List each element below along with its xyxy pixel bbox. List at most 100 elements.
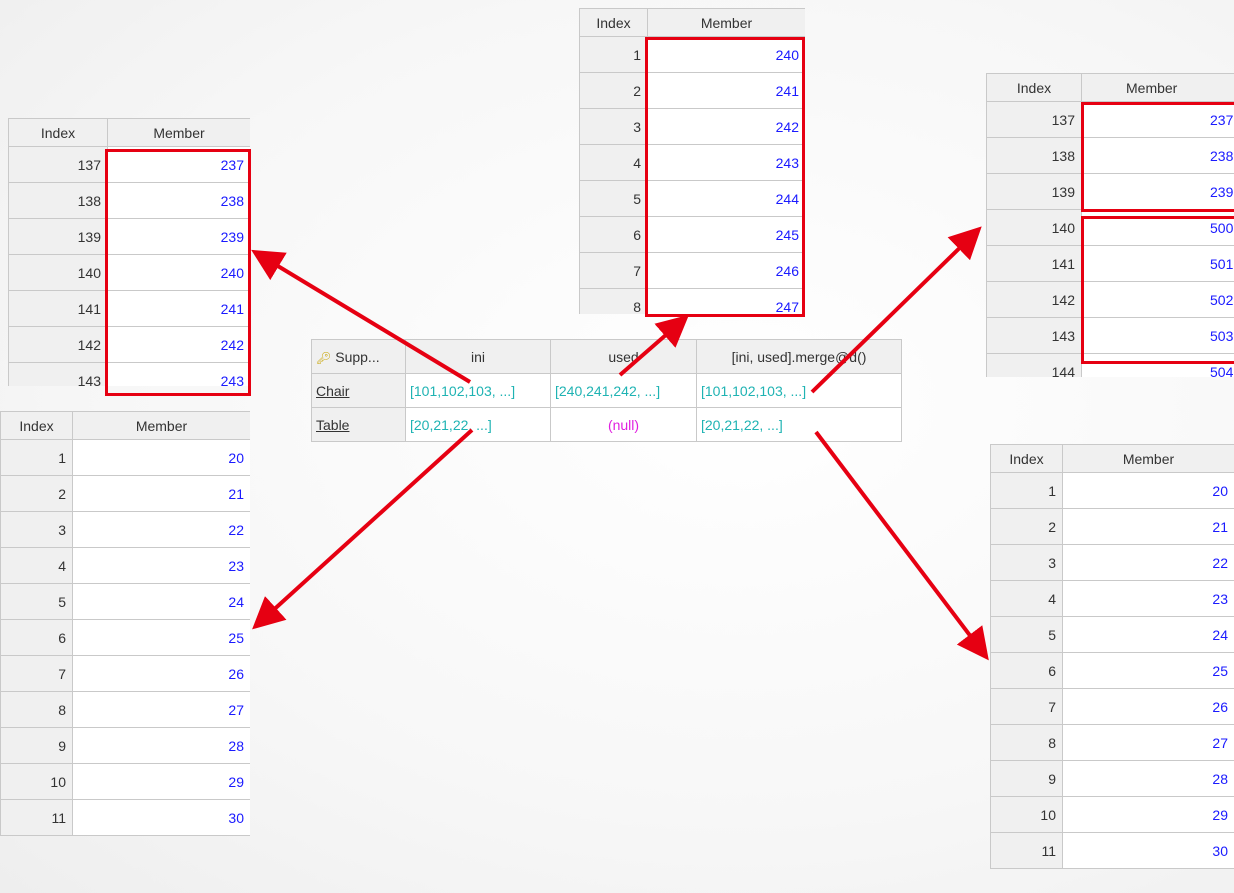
cell-used-chair[interactable]: [240,241,242, ...] — [550, 373, 697, 408]
table-row: 5 24 — [0, 583, 250, 620]
member-cell[interactable]: 237 — [1081, 101, 1234, 138]
member-cell[interactable]: 240 — [107, 254, 250, 291]
column-header-merge[interactable]: [ini, used].merge@d() — [696, 339, 902, 374]
column-header-used[interactable]: used — [550, 339, 697, 374]
panel-right-bottom: Index Member 1 20 2 21 3 22 4 23 5 24 6 25 7 26 8 27 9 28… — [990, 444, 1234, 884]
cell-merge-chair[interactable]: [101,102,103, ...] — [696, 373, 902, 408]
member-cell[interactable]: 501 — [1081, 245, 1234, 282]
member-cell[interactable]: 28 — [1062, 760, 1234, 797]
table-row: 4 23 — [0, 547, 250, 584]
member-cell[interactable]: 247 — [647, 288, 805, 314]
table-row: 144 504 — [986, 353, 1234, 377]
member-cell[interactable]: 25 — [72, 619, 250, 656]
member-cell[interactable]: 29 — [72, 763, 250, 800]
index-cell: 138 — [8, 182, 108, 219]
index-cell: 141 — [986, 245, 1082, 282]
member-cell[interactable]: 239 — [1081, 173, 1234, 210]
panel-top-center: Index Member 1 240 2 241 3 242 4 243 5 244 6 245 7 24… — [579, 8, 805, 314]
table-row: 1 20 — [0, 439, 250, 476]
column-header-ini[interactable]: ini — [405, 339, 551, 374]
index-cell: 9 — [990, 760, 1063, 797]
member-cell[interactable]: 23 — [1062, 580, 1234, 617]
index-cell: 140 — [986, 209, 1082, 246]
member-cell[interactable]: 238 — [107, 182, 250, 219]
member-cell[interactable]: 237 — [107, 146, 250, 183]
member-cell[interactable]: 503 — [1081, 317, 1234, 354]
index-cell: 4 — [579, 144, 648, 181]
row-key-chair[interactable]: Chair — [311, 373, 406, 408]
member-cell[interactable]: 20 — [72, 439, 250, 476]
index-cell: 137 — [986, 101, 1082, 138]
index-cell: 7 — [579, 252, 648, 289]
member-cell[interactable]: 20 — [1062, 472, 1234, 509]
table-row: 5 244 — [579, 180, 805, 217]
table-row: 142 242 — [8, 326, 250, 363]
member-cell[interactable]: 25 — [1062, 652, 1234, 689]
member-cell[interactable]: 30 — [72, 799, 250, 836]
table-row: 143 243 — [8, 362, 250, 386]
member-cell[interactable]: 239 — [107, 218, 250, 255]
member-cell[interactable]: 22 — [72, 511, 250, 548]
index-cell: 8 — [990, 724, 1063, 761]
member-cell[interactable]: 246 — [647, 252, 805, 289]
member-cell[interactable]: 241 — [107, 290, 250, 327]
row-key-table[interactable]: Table — [311, 407, 406, 442]
member-cell[interactable]: 26 — [1062, 688, 1234, 725]
table-row: 141 501 — [986, 245, 1234, 282]
member-cell[interactable]: 240 — [647, 36, 805, 73]
cell-ini-table[interactable]: [20,21,22, ...] — [405, 407, 551, 442]
cell-used-table: (null) — [550, 407, 697, 442]
table-row: 6 25 — [990, 652, 1234, 689]
index-cell: 2 — [990, 508, 1063, 545]
index-cell: 139 — [8, 218, 108, 255]
member-cell[interactable]: 504 — [1081, 353, 1234, 377]
cell-merge-table[interactable]: [20,21,22, ...] — [696, 407, 902, 442]
member-cell[interactable]: 21 — [1062, 508, 1234, 545]
table-row: 139 239 — [986, 173, 1234, 210]
table-row: 1 240 — [579, 36, 805, 73]
member-cell[interactable]: 243 — [647, 144, 805, 181]
member-cell[interactable]: 242 — [107, 326, 250, 363]
member-cell[interactable]: 21 — [72, 475, 250, 512]
column-header-index: Index — [986, 73, 1082, 102]
index-cell: 3 — [990, 544, 1063, 581]
table-row: 143 503 — [986, 317, 1234, 354]
column-header-key[interactable]: 🔑︎ Supp... — [311, 339, 406, 374]
table-row: 7 26 — [990, 688, 1234, 725]
index-cell: 137 — [8, 146, 108, 183]
index-cell: 7 — [990, 688, 1063, 725]
member-cell[interactable]: 24 — [1062, 616, 1234, 653]
column-header-member: Member — [647, 8, 805, 37]
member-cell[interactable]: 27 — [72, 691, 250, 728]
member-grid: Index Member 137 237 138 238 139 239 140 240 141… — [8, 118, 250, 386]
member-cell[interactable]: 28 — [72, 727, 250, 764]
member-cell[interactable]: 29 — [1062, 796, 1234, 833]
index-cell: 9 — [0, 727, 73, 764]
index-cell: 10 — [990, 796, 1063, 833]
index-cell: 11 — [0, 799, 73, 836]
index-cell: 1 — [579, 36, 648, 73]
index-cell: 11 — [990, 832, 1063, 869]
member-cell[interactable]: 245 — [647, 216, 805, 253]
member-cell[interactable]: 241 — [647, 72, 805, 109]
table-row-table: Table [20,21,22, ...] (null) [20,21,22, … — [311, 407, 902, 442]
index-cell: 1 — [990, 472, 1063, 509]
member-cell[interactable]: 502 — [1081, 281, 1234, 318]
table-row: 10 29 — [0, 763, 250, 800]
member-cell[interactable]: 26 — [72, 655, 250, 692]
member-grid: Index Member 137 237 138 238 139 239 140 500 141… — [986, 73, 1234, 377]
index-cell: 2 — [0, 475, 73, 512]
cell-ini-chair[interactable]: [101,102,103, ...] — [405, 373, 551, 408]
member-cell[interactable]: 23 — [72, 547, 250, 584]
member-cell[interactable]: 242 — [647, 108, 805, 145]
member-cell[interactable]: 500 — [1081, 209, 1234, 246]
member-cell[interactable]: 244 — [647, 180, 805, 217]
member-cell[interactable]: 30 — [1062, 832, 1234, 869]
table-row: 140 500 — [986, 209, 1234, 246]
member-cell[interactable]: 243 — [107, 362, 250, 386]
member-cell[interactable]: 27 — [1062, 724, 1234, 761]
member-cell[interactable]: 24 — [72, 583, 250, 620]
member-cell[interactable]: 238 — [1081, 137, 1234, 174]
index-cell: 138 — [986, 137, 1082, 174]
member-cell[interactable]: 22 — [1062, 544, 1234, 581]
